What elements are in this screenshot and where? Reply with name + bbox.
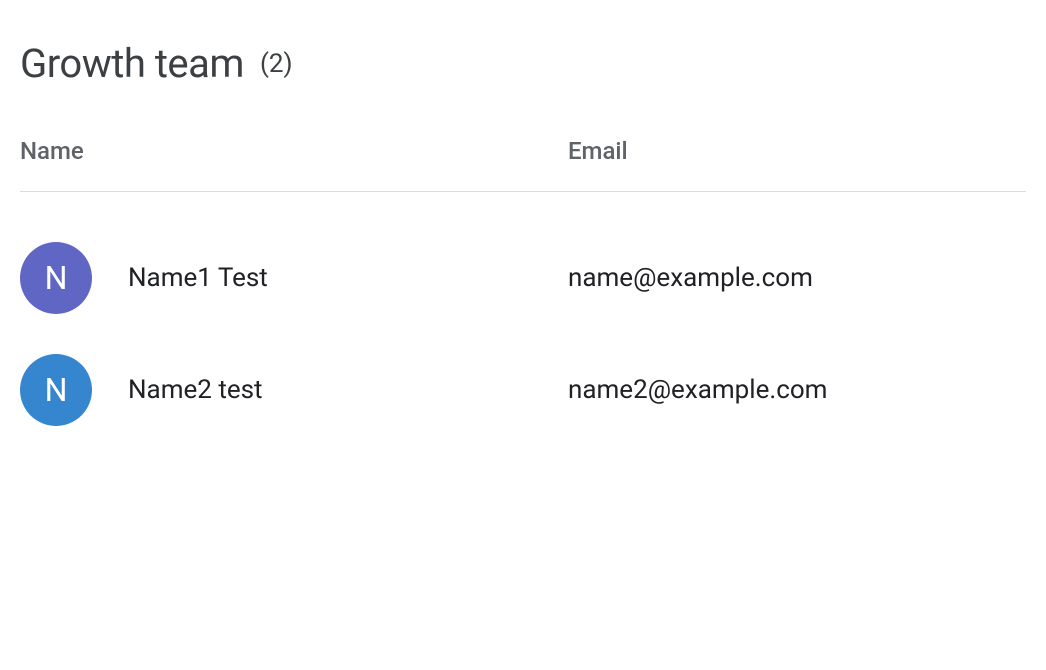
- table-body: N Name1 Test name@example.com N Name2 te…: [20, 192, 1026, 446]
- member-table: Name Email N Name1 Test name@example.com…: [20, 137, 1026, 446]
- name-cell: N Name1 Test: [20, 242, 568, 314]
- name-cell: N Name2 test: [20, 354, 568, 426]
- avatar: N: [20, 242, 92, 314]
- col-header-name[interactable]: Name: [20, 137, 568, 165]
- member-name: Name1 Test: [128, 263, 268, 293]
- member-email: name2@example.com: [568, 375, 1026, 405]
- table-header-row: Name Email: [20, 137, 1026, 192]
- group-header: Growth team (2): [20, 40, 1026, 87]
- group-panel: Growth team (2) Name Email N Name1 Test …: [0, 0, 1046, 466]
- group-title: Growth team: [20, 40, 244, 87]
- table-row[interactable]: N Name2 test name2@example.com: [20, 334, 1026, 446]
- member-email: name@example.com: [568, 263, 1026, 293]
- member-count: (2): [260, 49, 293, 79]
- table-row[interactable]: N Name1 Test name@example.com: [20, 222, 1026, 334]
- member-name: Name2 test: [128, 375, 263, 405]
- col-header-email[interactable]: Email: [568, 137, 1026, 165]
- avatar: N: [20, 354, 92, 426]
